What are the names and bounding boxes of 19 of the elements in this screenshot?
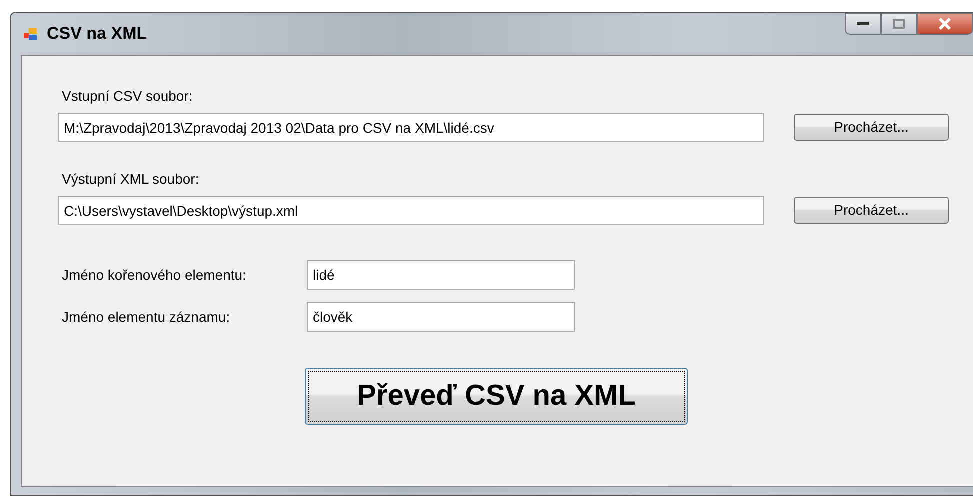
- minimize-button[interactable]: [845, 13, 881, 35]
- app-icon: [23, 26, 39, 42]
- name-field[interactable]: lidé: [307, 260, 575, 290]
- browse-button[interactable]: Procházet...: [794, 114, 949, 141]
- path-field[interactable]: C:\Users\vystavel\Desktop\výstup.xml: [58, 196, 764, 225]
- maximize-button[interactable]: [881, 13, 917, 35]
- maximize-icon: [893, 19, 905, 29]
- minimize-icon: [857, 22, 869, 26]
- field-label: Vstupní CSV soubor:: [62, 87, 193, 106]
- field-label: Jméno kořenového elementu:: [62, 266, 248, 284]
- name-field[interactable]: člověk: [307, 302, 575, 332]
- window-title: CSV na XML: [47, 23, 148, 46]
- field-label: Výstupní XML soubor:: [62, 170, 200, 189]
- convert-button[interactable]: Převeď CSV na XML: [305, 368, 688, 425]
- close-button[interactable]: [917, 13, 973, 35]
- path-field[interactable]: M:\Zpravodaj\2013\Zpravodaj 2013 02\Data pro CSV na XML\lidé.csv: [58, 113, 764, 142]
- browse-button[interactable]: Procházet...: [794, 197, 949, 224]
- close-icon: [938, 18, 952, 30]
- field-label: Jméno elementu záznamu:: [62, 308, 232, 326]
